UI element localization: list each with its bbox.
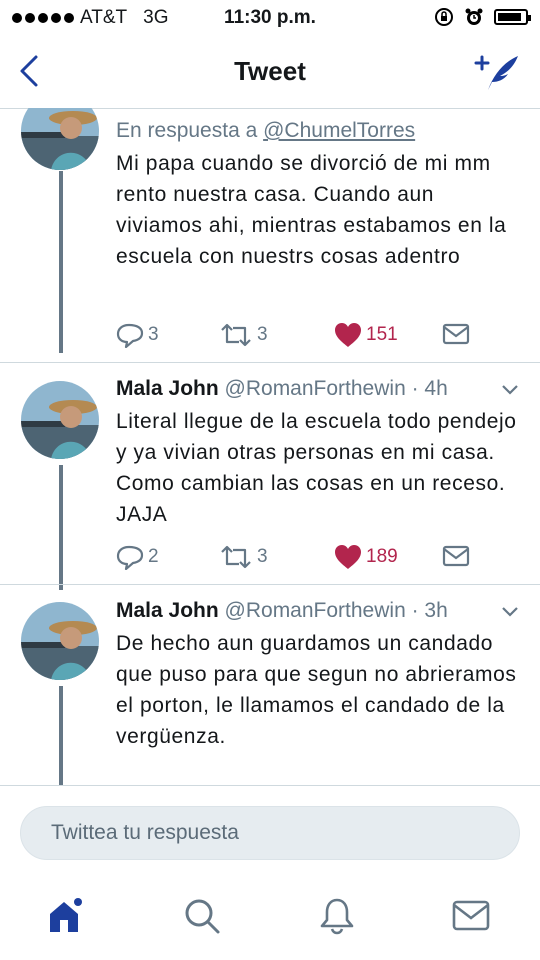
tweet: En respuesta a @ChumelTorres Mi papa cua… xyxy=(116,116,521,272)
retweet-icon xyxy=(221,545,251,569)
reply-composer: Twittea tu respuesta xyxy=(0,785,540,866)
avatar[interactable] xyxy=(21,381,99,459)
tweet-text: De hecho aun guardamos un candado que pu… xyxy=(116,632,517,748)
tab-messages[interactable] xyxy=(441,886,501,946)
like-button[interactable]: 151 xyxy=(334,322,398,348)
author-handle[interactable]: @RomanForthewin xyxy=(225,599,406,622)
tweet-header: Mala John @RomanForthewin · 4h xyxy=(116,374,521,404)
alarm-icon xyxy=(465,8,483,25)
avatar[interactable] xyxy=(21,602,99,680)
direct-message-button[interactable] xyxy=(442,322,470,346)
like-button[interactable]: 189 xyxy=(334,544,398,570)
retweet-icon xyxy=(221,323,251,347)
tweet: Mala John @RomanForthewin · 4h Literal l… xyxy=(116,374,521,530)
chevron-down-icon[interactable] xyxy=(499,378,521,400)
reply-context: En respuesta a @ChumelTorres xyxy=(116,116,521,146)
divider xyxy=(0,584,540,585)
battery-icon xyxy=(494,9,531,25)
tweet-time: · 3h xyxy=(411,599,448,622)
compose-tweet-button[interactable] xyxy=(474,52,522,97)
divider xyxy=(0,362,540,363)
author-name[interactable]: Mala John xyxy=(116,377,219,400)
notifications-bell-icon xyxy=(320,898,354,935)
thread-connector xyxy=(59,686,63,785)
reply-prefix: En respuesta a xyxy=(116,119,258,142)
reply-icon xyxy=(116,545,144,570)
heart-icon xyxy=(335,545,361,569)
navigation-bar: Tweet xyxy=(0,38,540,109)
messages-envelope-icon xyxy=(452,900,490,931)
reply-button[interactable]: 3 xyxy=(116,322,159,348)
like-count: 189 xyxy=(366,546,398,567)
retweet-count: 3 xyxy=(257,324,268,345)
tab-bar xyxy=(0,870,540,960)
reply-button[interactable]: 2 xyxy=(116,544,159,570)
envelope-icon xyxy=(442,545,470,567)
home-icon xyxy=(50,898,82,932)
direct-message-button[interactable] xyxy=(442,544,470,568)
tweet-actions: 3 3 151 xyxy=(116,322,476,352)
tab-home[interactable] xyxy=(36,886,96,946)
reply-count: 2 xyxy=(148,546,159,567)
reply-input[interactable]: Twittea tu respuesta xyxy=(20,806,520,860)
tweet-time: · 4h xyxy=(411,377,448,400)
author-name[interactable]: Mala John xyxy=(116,599,219,622)
retweet-count: 3 xyxy=(257,546,268,567)
reply-icon xyxy=(116,323,144,348)
tweet-text: Mi papa cuando se divorció de mi mm rent… xyxy=(116,152,507,268)
tab-search[interactable] xyxy=(172,886,232,946)
envelope-icon xyxy=(442,323,470,345)
page-title: Tweet xyxy=(234,56,306,86)
thread-connector xyxy=(59,465,63,590)
retweet-button[interactable]: 3 xyxy=(219,544,268,570)
thread-connector xyxy=(59,171,63,353)
author-handle[interactable]: @RomanForthewin xyxy=(225,377,406,400)
compose-tweet-icon xyxy=(474,55,518,90)
tab-notifications[interactable] xyxy=(307,886,367,946)
tweet: Mala John @RomanForthewin · 3h De hecho … xyxy=(116,596,521,752)
tweet-text: Literal llegue de la escuela todo pendej… xyxy=(116,410,517,526)
chevron-down-icon[interactable] xyxy=(499,600,521,622)
heart-icon xyxy=(335,323,361,347)
search-icon xyxy=(185,899,220,934)
reply-to-handle-link[interactable]: @ChumelTorres xyxy=(263,119,415,142)
status-bar: AT&T 3G 11:30 p.m. xyxy=(0,0,540,38)
orientation-lock-icon xyxy=(435,8,453,26)
retweet-button[interactable]: 3 xyxy=(219,322,268,348)
like-count: 151 xyxy=(366,324,398,345)
reply-count: 3 xyxy=(148,324,159,345)
conversation-thread: En respuesta a @ChumelTorres Mi papa cua… xyxy=(0,108,540,785)
tweet-actions: 2 3 189 xyxy=(116,544,476,574)
tweet-header: Mala John @RomanForthewin · 3h xyxy=(116,596,521,626)
avatar[interactable] xyxy=(21,108,99,170)
